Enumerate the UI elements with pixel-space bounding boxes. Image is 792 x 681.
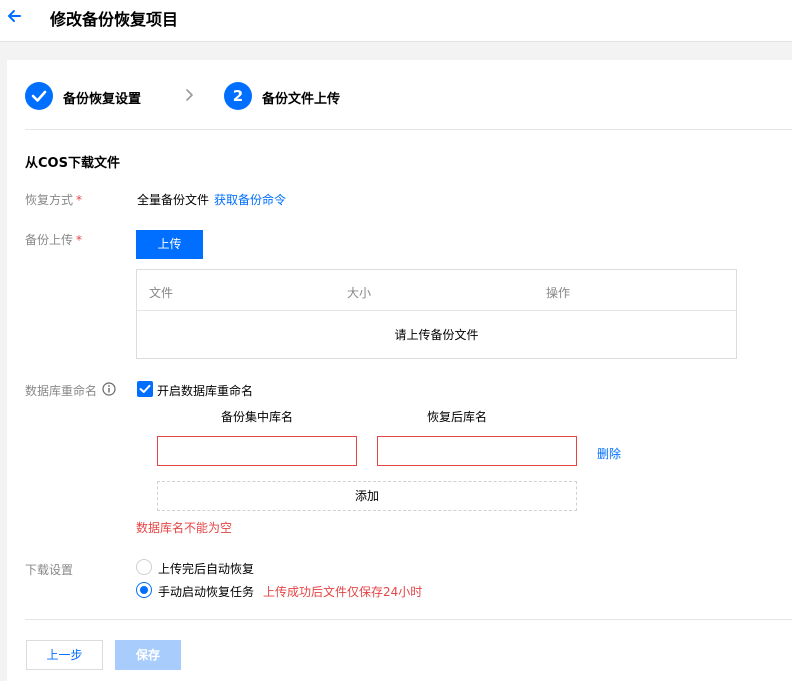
save-button[interactable]: 保存: [115, 640, 181, 670]
db-name-error: 数据库名不能为空: [136, 521, 233, 535]
file-table: 文件 大小 操作 请上传备份文件: [136, 269, 737, 359]
empty-message: 请上传备份文件: [394, 328, 479, 342]
radio-manual-restore[interactable]: [136, 582, 152, 598]
db-rename-label: 数据库重命名: [25, 384, 98, 398]
check-icon: [31, 90, 47, 102]
step-1-label: 备份恢复设置: [63, 92, 142, 107]
back-arrow-icon[interactable]: [6, 8, 22, 24]
radio-auto-restore[interactable]: [136, 559, 152, 575]
restore-mode-label: 恢复方式 *: [25, 193, 83, 207]
page-title: 修改备份恢复项目: [50, 10, 179, 29]
column-file: 文件: [149, 286, 174, 300]
chevron-right-icon: [186, 89, 193, 101]
prev-step-button[interactable]: 上一步: [26, 640, 103, 670]
step-2-label: 备份文件上传: [262, 92, 341, 107]
db-rename-checkbox-label[interactable]: 开启数据库重命名: [157, 382, 253, 399]
add-db-button[interactable]: 添加: [157, 481, 577, 511]
upload-button[interactable]: 上传: [136, 230, 203, 259]
step-2-circle: 2: [224, 82, 252, 110]
divider: [25, 619, 792, 620]
download-settings-label: 下载设置: [25, 563, 74, 577]
delete-link[interactable]: 删除: [597, 445, 621, 462]
table-divider: [137, 310, 736, 311]
step-1-circle: [25, 82, 53, 110]
backup-upload-label: 备份上传 *: [25, 233, 83, 247]
radio-manual-restore-label[interactable]: 手动启动恢复任务: [158, 583, 254, 600]
get-backup-command-link[interactable]: 获取备份命令: [214, 191, 286, 208]
section-title: 从COS下载文件: [25, 156, 120, 171]
source-db-input[interactable]: [157, 436, 357, 466]
target-db-input[interactable]: [377, 436, 577, 466]
main-panel: 备份恢复设置 2 备份文件上传 从COS下载文件 恢复方式 * 全量备份文件 获取…: [7, 60, 792, 681]
column-action: 操作: [546, 286, 571, 300]
top-bar: 修改备份恢复项目: [0, 0, 792, 42]
divider: [25, 129, 792, 130]
db-rename-checkbox[interactable]: [137, 381, 153, 397]
source-db-header: 备份集中库名: [221, 410, 294, 424]
step-indicator: 备份恢复设置 2 备份文件上传: [25, 82, 765, 110]
retention-note: 上传成功后文件仅保存24小时: [263, 585, 423, 599]
required-mark: *: [76, 233, 83, 247]
column-size: 大小: [347, 286, 372, 300]
target-db-header: 恢复后库名: [427, 410, 488, 424]
restore-mode-value: 全量备份文件: [137, 193, 210, 207]
checkbox-check-icon: [139, 384, 151, 393]
radio-auto-restore-label[interactable]: 上传完后自动恢复: [158, 560, 254, 577]
info-icon[interactable]: [102, 382, 116, 396]
required-mark: *: [76, 193, 83, 207]
